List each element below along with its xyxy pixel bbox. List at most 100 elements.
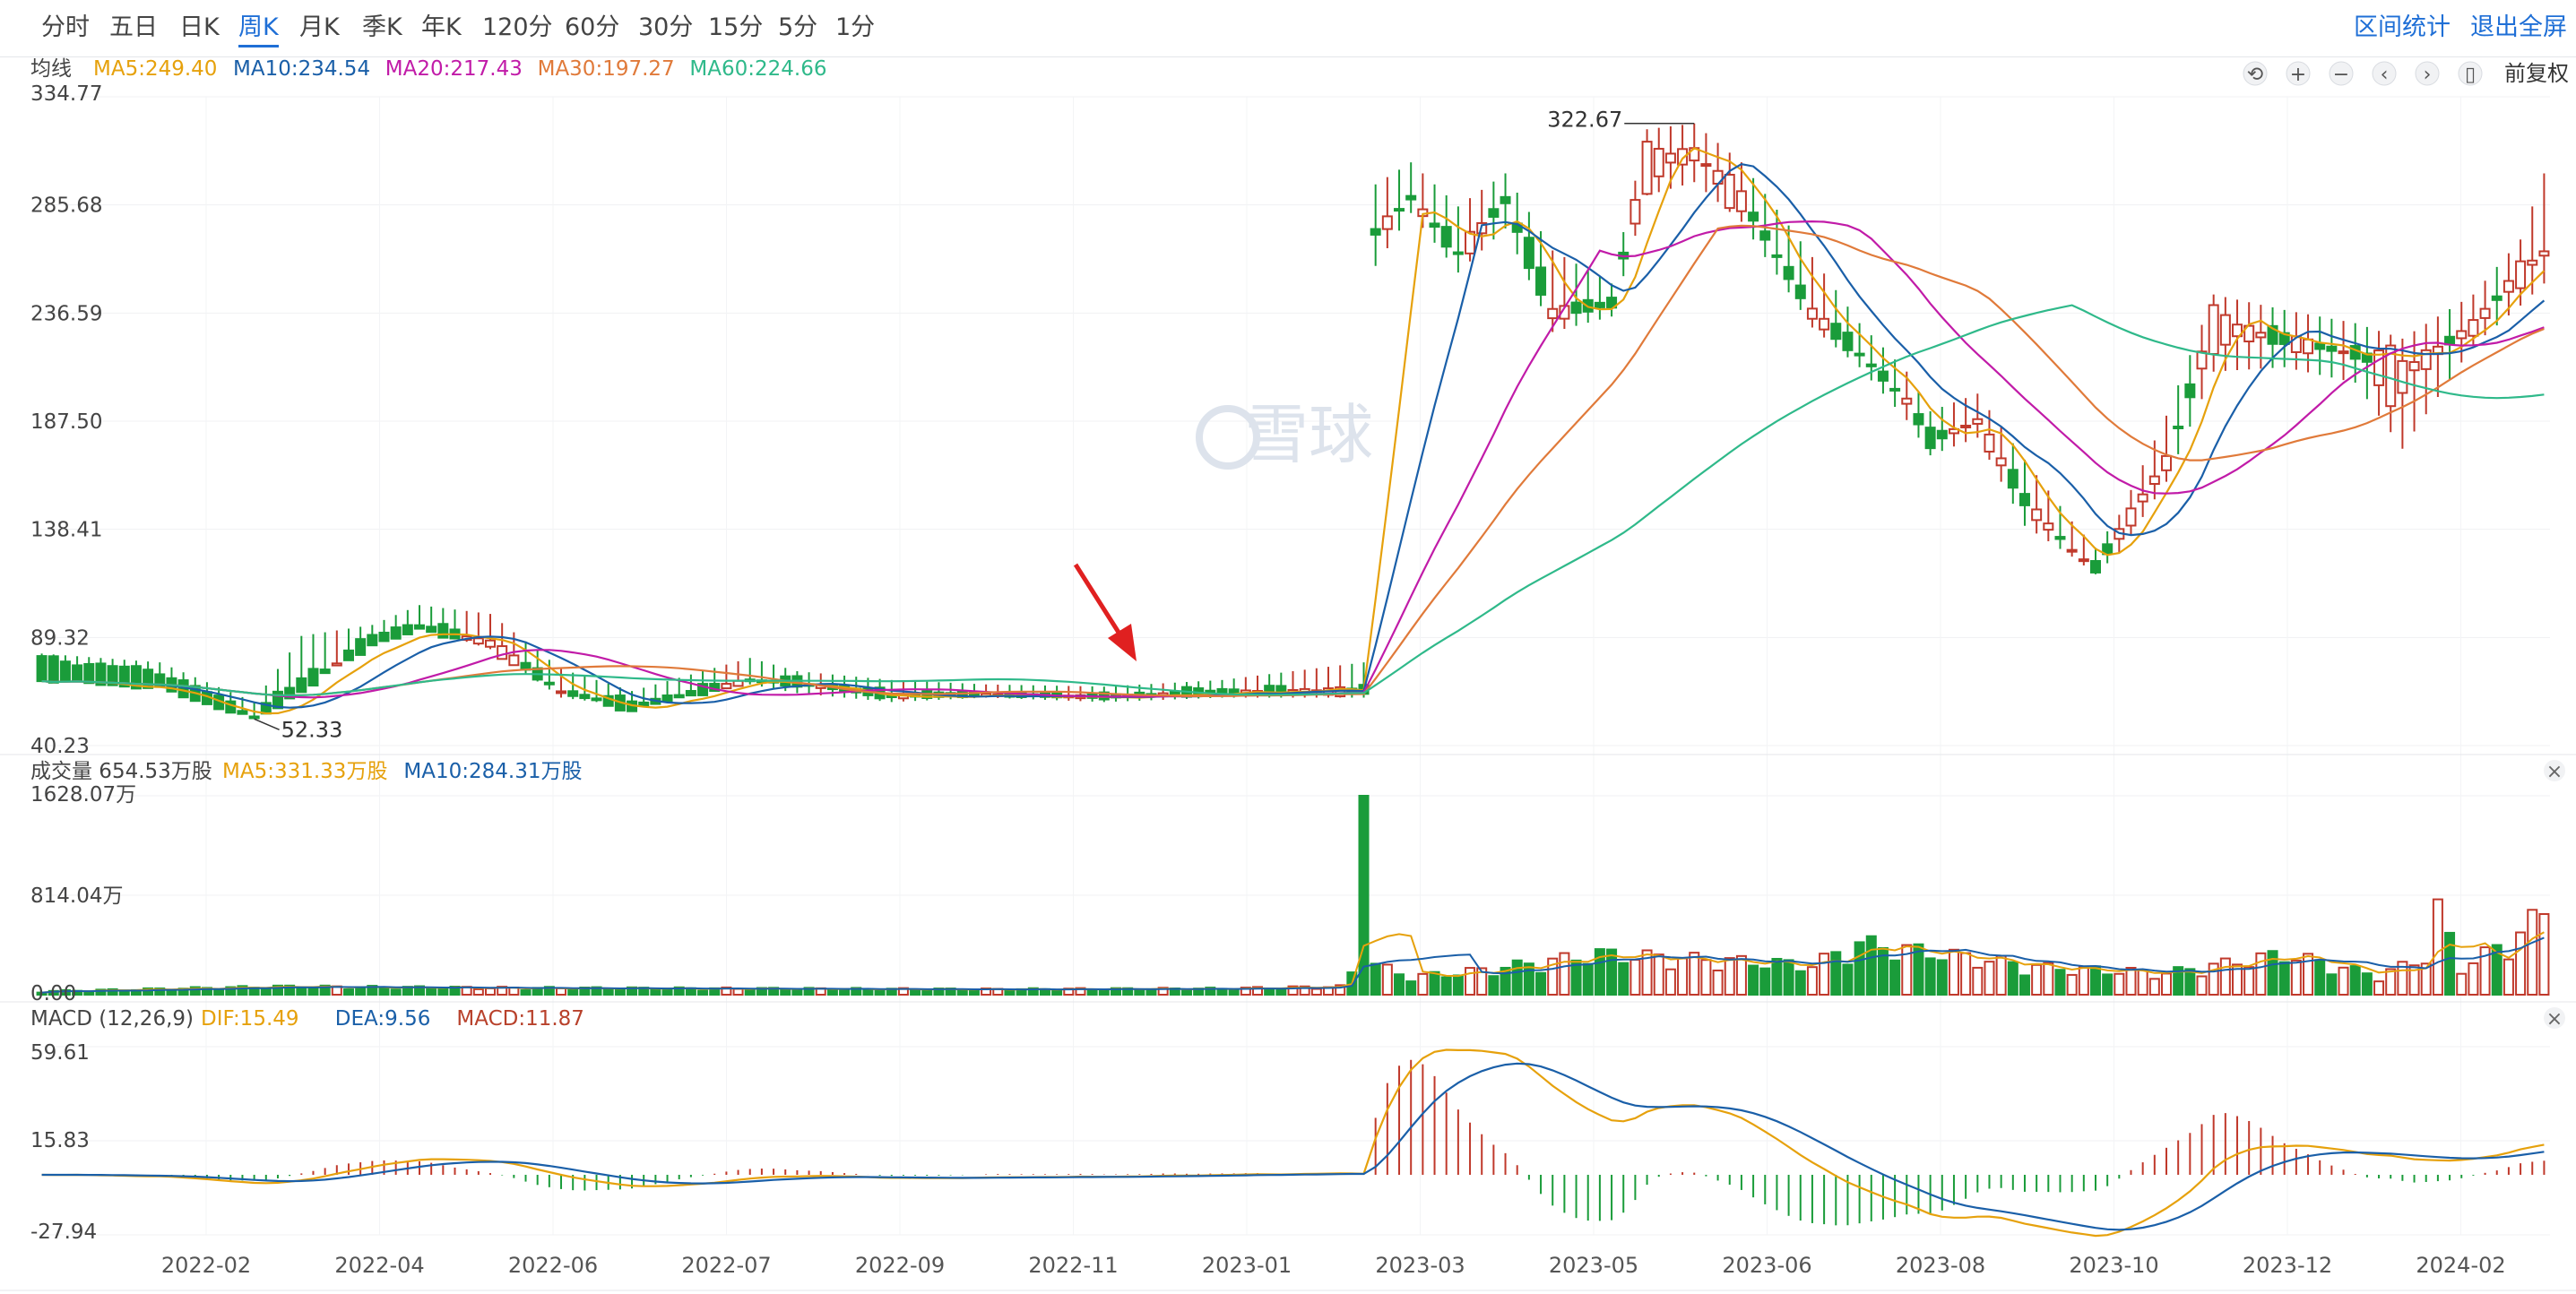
macd-legend-item: DIF:15.49 xyxy=(201,1007,299,1031)
undo-icon-glyph[interactable]: ⟲ xyxy=(2247,64,2263,86)
low-annotation-line xyxy=(254,718,280,730)
candle xyxy=(1535,266,1547,296)
volume-bar xyxy=(2018,974,2030,996)
zoom-in-icon-glyph[interactable]: + xyxy=(2290,64,2306,86)
candle-style-icon-glyph[interactable]: ▯ xyxy=(2465,64,2476,86)
volume-bar xyxy=(650,988,661,996)
candle xyxy=(685,689,696,697)
candle xyxy=(1500,195,1511,204)
volume-bar xyxy=(2278,961,2290,996)
fuquan-select[interactable]: 前复权 xyxy=(2504,61,2569,86)
volume-bar xyxy=(1228,988,1240,996)
close-volume-glyph: × xyxy=(2546,761,2563,783)
volume-bar xyxy=(1889,959,1901,996)
volume-bar xyxy=(426,987,437,996)
zoom-out-icon-glyph[interactable]: − xyxy=(2333,64,2349,86)
candle xyxy=(1653,148,1664,177)
candle xyxy=(2161,454,2173,471)
volume-bar xyxy=(1653,953,1664,996)
candle xyxy=(1523,237,1534,270)
volume-bar xyxy=(342,988,354,996)
volume-bar xyxy=(1960,952,1972,996)
volume-bar xyxy=(1771,957,1783,996)
watermark: 雪球 xyxy=(1244,397,1373,472)
candle xyxy=(1924,427,1936,450)
candle xyxy=(319,669,331,675)
volume-bar xyxy=(1429,970,1440,996)
volume-bar xyxy=(1180,989,1192,996)
candle xyxy=(1370,228,1381,236)
ma-legend-item: MA30:197.27 xyxy=(538,57,675,81)
volume-bar xyxy=(1488,975,1500,996)
volume-bar xyxy=(1712,969,1724,996)
candle xyxy=(1216,687,1228,694)
volume-bar xyxy=(567,988,579,996)
candle xyxy=(2503,280,2514,293)
volume-bar xyxy=(1924,957,1936,996)
volume-bar xyxy=(1830,951,1842,996)
candle xyxy=(1842,332,1854,351)
red-arrow-icon xyxy=(1073,563,1125,640)
volume-bar xyxy=(485,987,497,996)
volume-bar xyxy=(2385,968,2397,996)
candle xyxy=(1594,301,1605,308)
candle xyxy=(342,649,354,661)
candle xyxy=(1488,208,1500,218)
candle xyxy=(1440,226,1452,248)
candle xyxy=(2054,536,2066,540)
macd-legend-item: DEA:9.56 xyxy=(335,1007,431,1031)
x-axis-label: 2022-02 xyxy=(161,1253,251,1278)
volume-bar xyxy=(1984,961,1995,996)
volume-bar xyxy=(1735,954,1747,996)
ma-title: 均线 xyxy=(30,57,72,81)
candle xyxy=(2326,345,2338,352)
scroll-right-icon-glyph[interactable]: › xyxy=(2424,64,2432,86)
volume-bar xyxy=(2326,973,2338,996)
candle xyxy=(2089,559,2101,574)
candle xyxy=(1641,141,1653,195)
scroll-left-icon-glyph[interactable]: ‹ xyxy=(2381,64,2389,86)
volume-bar xyxy=(2456,972,2468,996)
volume-bar xyxy=(2444,931,2456,996)
volume-bar xyxy=(661,988,673,996)
x-axis-label: 2023-01 xyxy=(1202,1253,1292,1278)
candle xyxy=(1394,208,1405,212)
volume-bar xyxy=(1806,966,1818,996)
candle xyxy=(1783,265,1794,280)
volume-bar xyxy=(2102,973,2114,996)
candle xyxy=(2208,304,2219,355)
price-y-label: 236.59 xyxy=(30,302,102,325)
volume-bar xyxy=(213,988,225,996)
volume-bar xyxy=(166,989,177,996)
candle xyxy=(1913,413,1924,426)
volume-bar xyxy=(1629,959,1641,996)
candle xyxy=(2538,250,2550,257)
ma-legend-item: MA10:234.54 xyxy=(233,57,370,81)
candle xyxy=(1819,317,1830,331)
volume-bar xyxy=(910,988,921,996)
volume-bar xyxy=(2054,969,2066,996)
volume-bar xyxy=(1677,957,1689,996)
candle xyxy=(1995,457,2007,467)
volume-bar xyxy=(1535,971,1547,996)
volume-bar xyxy=(1004,989,1016,996)
volume-bar xyxy=(1948,948,1959,996)
candle xyxy=(2527,259,2538,266)
macd-y-label: 59.61 xyxy=(30,1041,90,1065)
volume-bar xyxy=(472,988,484,996)
volume-bar xyxy=(2066,973,2078,996)
candle xyxy=(2184,383,2196,399)
volume-ma-legend: MA10:284.31万股 xyxy=(403,760,582,783)
candle xyxy=(248,715,260,720)
volume-bar xyxy=(1264,988,1275,996)
volume-bar xyxy=(1664,968,1676,996)
candle xyxy=(2137,493,2148,503)
volume-bar xyxy=(2538,912,2550,996)
volume-bar xyxy=(1381,963,1393,996)
volume-bar xyxy=(602,988,614,996)
candle xyxy=(1748,211,1759,222)
candle xyxy=(673,694,685,699)
macd-y-label: -27.94 xyxy=(30,1221,97,1244)
candle xyxy=(1629,199,1641,225)
candle xyxy=(331,662,342,667)
